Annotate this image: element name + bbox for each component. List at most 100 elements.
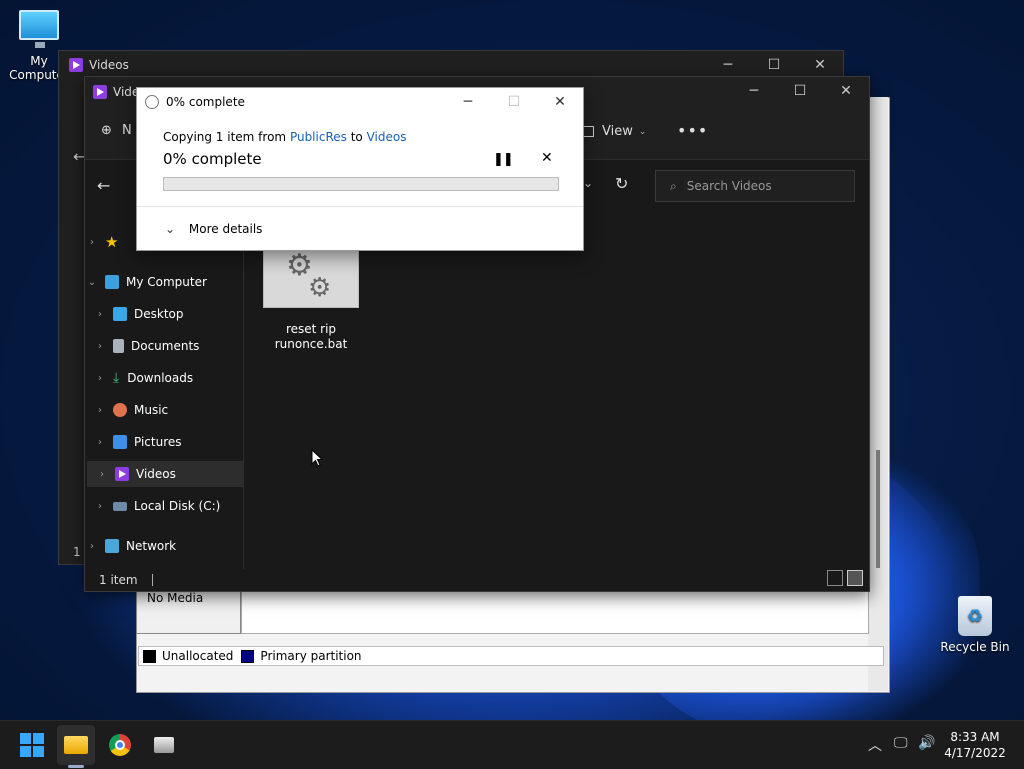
copy-progress-dialog[interactable]: 0% complete ─ ☐ ✕ Copying 1 item from Pu… — [136, 87, 584, 251]
more-details-label: More details — [188, 222, 263, 236]
navigation-pane: › ★ ⌄ My Computer › Desktop › Documents … — [85, 213, 244, 569]
file-name-line1: reset rip — [285, 322, 337, 336]
cancel-button[interactable]: ✕ — [541, 150, 553, 166]
status-bar: 1 item — [85, 569, 869, 591]
back-arrow-icon[interactable]: ← — [97, 176, 110, 195]
view-button[interactable]: View ⌄ — [581, 124, 646, 139]
file-list[interactable]: ⚙ ⚙ reset rip runonce.bat — [245, 213, 867, 569]
close-button[interactable]: ✕ — [797, 51, 843, 79]
sidebar-item-my-computer[interactable]: ⌄ My Computer — [85, 269, 241, 295]
details-view-button[interactable] — [827, 570, 843, 586]
refresh-icon[interactable]: ↻ — [615, 174, 628, 193]
network-status-icon[interactable]: 🖵 — [894, 735, 908, 751]
sidebar-item-documents[interactable]: › Documents — [85, 333, 241, 359]
recycle-bin-icon: ♻ — [958, 596, 992, 636]
disk-partition-strip[interactable] — [241, 588, 869, 634]
chevron-right-icon[interactable]: › — [93, 501, 107, 512]
sidebar-item-label: Pictures — [134, 435, 182, 449]
minimize-button[interactable]: ─ — [731, 77, 777, 105]
taskbar-clock[interactable]: 8:33 AM 4/17/2022 — [940, 729, 1010, 761]
close-button[interactable]: ✕ — [823, 77, 869, 105]
search-box[interactable]: ⌕ Search Videos — [655, 170, 855, 202]
sidebar-item-label: Desktop — [134, 307, 184, 321]
clock-time: 8:33 AM — [950, 730, 1000, 744]
picture-icon — [113, 435, 127, 449]
chevron-down-icon: ⌄ — [638, 126, 647, 137]
dialog-divider — [137, 206, 583, 207]
more-details-button[interactable]: ⌄ More details — [165, 222, 262, 236]
setup-icon[interactable] — [150, 731, 178, 759]
sidebar-item-label: Documents — [131, 339, 200, 353]
sidebar-item-label: Videos — [136, 467, 176, 481]
sidebar-item-downloads[interactable]: › ⤓ Downloads — [85, 365, 241, 391]
new-button[interactable]: ⊕ N — [101, 123, 132, 138]
download-icon: ⤓ — [113, 370, 120, 386]
copy-prefix: Copying 1 item from — [163, 130, 290, 144]
sidebar-item-label: Local Disk (C:) — [134, 499, 221, 513]
vertical-scrollbar[interactable] — [876, 450, 880, 568]
chevron-right-icon[interactable]: › — [95, 469, 109, 480]
disk-no-media[interactable]: No Media — [136, 588, 241, 634]
desktop-icon-label: Recycle Bin — [940, 640, 1010, 654]
sidebar-item-music[interactable]: › Music — [85, 397, 241, 423]
sidebar-item-local-disk[interactable]: › Local Disk (C:) — [85, 493, 241, 519]
desktop-icon-recycle-bin[interactable]: ♻ Recycle Bin — [940, 596, 1010, 654]
sidebar-item-label: Music — [134, 403, 169, 417]
close-button[interactable]: ✕ — [537, 88, 583, 116]
sidebar-item-network[interactable]: › Network — [85, 533, 241, 559]
file-explorer-icon[interactable] — [62, 731, 90, 759]
chevron-right-icon[interactable]: › — [93, 437, 107, 448]
chevron-right-icon[interactable]: › — [93, 373, 107, 384]
sidebar-item-label: Downloads — [127, 371, 194, 385]
chevron-right-icon[interactable]: › — [85, 541, 99, 552]
chevron-right-icon[interactable]: › — [93, 341, 107, 352]
chevron-up-icon[interactable]: ︿ — [868, 735, 882, 755]
dialog-title: 0% complete — [166, 95, 245, 109]
video-folder-icon — [69, 58, 83, 72]
chevron-right-icon[interactable]: › — [85, 237, 99, 248]
copy-description: Copying 1 item from PublicRes to Videos — [163, 130, 406, 144]
start-icon[interactable] — [18, 731, 46, 759]
chrome-icon[interactable] — [106, 731, 134, 759]
legend-swatch-primary — [241, 649, 255, 663]
legend-label-unallocated: Unallocated — [162, 649, 234, 663]
minimize-button[interactable]: ─ — [445, 88, 491, 116]
sidebar-item-pictures[interactable]: › Pictures — [85, 429, 241, 455]
large-icons-view-button[interactable] — [847, 570, 863, 586]
plus-icon: ⊕ — [101, 123, 112, 138]
more-options-button[interactable]: ••• — [677, 121, 708, 140]
sidebar-item-videos[interactable]: › Videos — [87, 461, 243, 487]
document-icon — [113, 339, 124, 353]
sidebar-item-label: Network — [126, 539, 177, 553]
pause-button[interactable]: ❚❚ — [493, 152, 514, 167]
clock-date: 4/17/2022 — [944, 746, 1006, 760]
source-link[interactable]: PublicRes — [290, 130, 347, 144]
destination-link[interactable]: Videos — [367, 130, 407, 144]
sidebar-item-label: My Computer — [126, 275, 207, 289]
maximize-button: ☐ — [507, 94, 521, 110]
chevron-right-icon[interactable]: › — [93, 309, 107, 320]
video-icon — [115, 467, 129, 481]
sidebar-item-desktop[interactable]: › Desktop — [85, 301, 241, 327]
address-dropdown-icon[interactable]: ⌄ — [583, 176, 593, 190]
maximize-button[interactable]: ☐ — [777, 77, 823, 105]
view-label: View — [602, 124, 633, 139]
star-icon: ★ — [105, 233, 119, 251]
to-word: to — [346, 130, 367, 144]
chevron-down-icon: ⌄ — [165, 222, 176, 236]
search-input[interactable]: Search Videos — [687, 179, 772, 193]
chevron-down-icon[interactable]: ⌄ — [85, 277, 99, 288]
chevron-right-icon[interactable]: › — [93, 405, 107, 416]
minimize-button[interactable]: ─ — [705, 51, 751, 79]
maximize-button[interactable]: ☐ — [751, 51, 797, 79]
batch-file-icon: ⚙ ⚙ — [263, 251, 359, 308]
clock-icon — [145, 95, 159, 109]
no-media-label: No Media — [147, 591, 204, 605]
legend-swatch-unallocated — [143, 649, 156, 663]
monitor-icon — [105, 275, 119, 289]
volume-icon[interactable]: 🔊 — [918, 735, 935, 751]
item-count: 1 item — [99, 573, 138, 587]
search-icon: ⌕ — [670, 178, 677, 193]
file-item[interactable]: ⚙ ⚙ reset rip runonce.bat — [263, 251, 359, 352]
desktop-icon — [113, 307, 127, 321]
